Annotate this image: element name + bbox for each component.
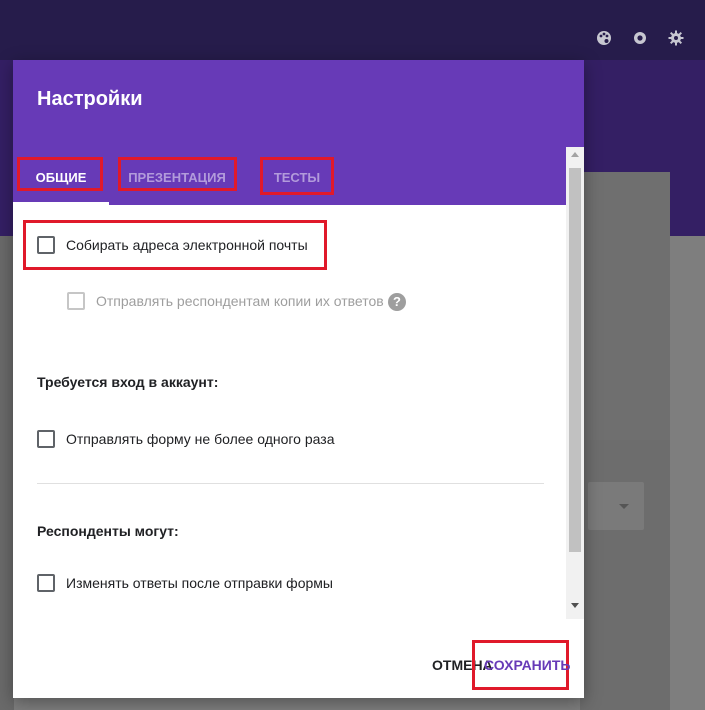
active-tab-indicator [13, 202, 109, 205]
collect-emails-checkbox[interactable] [37, 236, 55, 254]
collect-emails-label: Собирать адреса электронной почты [66, 237, 308, 253]
divider [37, 483, 544, 484]
dialog-title: Настройки [37, 88, 143, 110]
preview-eye-icon[interactable] [632, 30, 648, 46]
send-copies-label: Отправлять респондентам копии их ответов [96, 293, 384, 309]
signin-required-heading: Требуется вход в аккаунт: [37, 374, 219, 390]
background-card [580, 172, 670, 442]
highlight-box [260, 157, 334, 195]
save-button[interactable]: СОХРАНИТЬ [484, 657, 570, 673]
settings-gear-icon[interactable] [668, 30, 684, 46]
limit-one-response-checkbox[interactable] [37, 430, 55, 448]
highlight-box [118, 157, 237, 191]
scroll-down-arrow-icon[interactable] [571, 603, 579, 608]
send-copies-checkbox[interactable] [67, 292, 85, 310]
dialog-header: Настройки ОБЩИЕ ПРЕЗЕНТАЦИЯ ТЕСТЫ [13, 60, 584, 205]
background-card [580, 440, 670, 710]
settings-dialog: Настройки ОБЩИЕ ПРЕЗЕНТАЦИЯ ТЕСТЫ Собира… [13, 60, 584, 698]
palette-icon[interactable] [596, 30, 612, 46]
scrollbar-thumb[interactable] [569, 168, 581, 552]
help-icon[interactable]: ? [388, 293, 406, 311]
scroll-up-arrow-icon[interactable] [571, 152, 579, 157]
respondents-can-heading: Респонденты могут: [37, 523, 179, 539]
background-dropdown [588, 482, 644, 530]
edit-after-submit-checkbox[interactable] [37, 574, 55, 592]
background-sliver [0, 236, 14, 710]
edit-after-submit-label: Изменять ответы после отправки формы [66, 575, 333, 591]
dropdown-arrow-icon [619, 504, 629, 509]
toolbar-icons [596, 30, 684, 46]
highlight-box [17, 157, 103, 191]
limit-one-response-label: Отправлять форму не более одного раза [66, 431, 335, 447]
